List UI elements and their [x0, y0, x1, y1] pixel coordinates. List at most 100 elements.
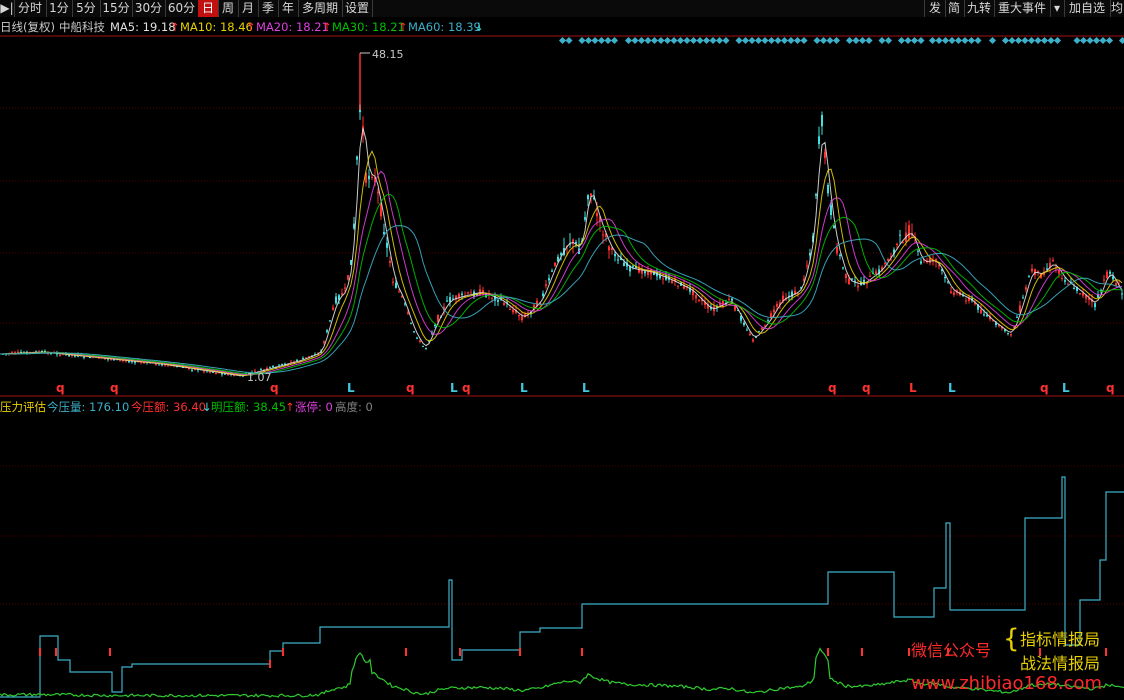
candle-body — [875, 271, 877, 275]
candle-body — [662, 278, 664, 280]
candle-body — [671, 280, 673, 284]
candle-body — [395, 282, 397, 289]
candle-body — [1061, 278, 1063, 280]
candle-body — [899, 234, 901, 236]
signal-diamond — [597, 36, 606, 45]
candle-body — [344, 287, 346, 289]
signal-diamond-row — [558, 36, 1124, 45]
candle-body — [1073, 287, 1075, 289]
candle-body — [17, 351, 19, 353]
ma-line-1 — [0, 150, 1123, 376]
signal-diamond — [610, 36, 619, 45]
signal-diamond — [988, 36, 997, 45]
signal-marker: L — [948, 381, 956, 395]
candle-body — [1007, 333, 1009, 335]
candle-body — [839, 254, 841, 257]
signal-diamond — [884, 36, 893, 45]
candle-body — [296, 359, 298, 362]
candle-body — [413, 331, 415, 333]
candle-body — [527, 312, 529, 314]
candle-body — [632, 265, 634, 267]
candle-body — [752, 339, 754, 342]
candle-body — [446, 300, 448, 302]
price-high-label: 48.15 — [372, 48, 404, 61]
signal-diamond — [565, 36, 573, 45]
kline-chart[interactable]: qqqLqLqLLqqLLqLq 48.15 1.07 — [0, 0, 1124, 700]
candle-body — [1022, 297, 1024, 299]
candle-body — [806, 265, 808, 267]
candle-body — [695, 294, 697, 299]
signal-diamond — [754, 36, 763, 45]
candle-body — [1037, 270, 1039, 272]
candle-body — [584, 217, 586, 220]
signal-diamond — [954, 36, 963, 45]
candle-body — [608, 246, 610, 251]
signal-diamond — [637, 36, 646, 45]
candle-body — [731, 298, 733, 301]
watermark-url: www.zhibiao168.com — [911, 673, 1103, 694]
candle-body — [983, 314, 985, 316]
candle-body — [824, 151, 826, 158]
signal-diamond — [741, 36, 750, 45]
candle-body — [386, 242, 388, 248]
candle-body — [857, 285, 859, 288]
candle-body — [233, 375, 235, 377]
candle-body — [560, 253, 562, 255]
ma-line-4 — [0, 225, 1123, 374]
candle-body — [836, 246, 838, 254]
signal-diamond — [819, 36, 828, 45]
candle-body — [869, 275, 871, 277]
candle-body — [908, 225, 910, 239]
signal-diamond — [961, 36, 969, 45]
signal-diamond — [1014, 36, 1023, 45]
candle-body — [167, 365, 169, 367]
candle-body — [980, 309, 982, 314]
watermark-brace-icon: { — [1003, 624, 1020, 654]
candle-body — [422, 345, 424, 347]
candle-body — [503, 302, 505, 305]
candle-body — [830, 205, 832, 216]
candle-body — [761, 327, 763, 330]
chart-grid — [0, 35, 1124, 605]
candle-body — [368, 175, 370, 180]
signal-diamond — [1027, 36, 1036, 45]
candle-body — [953, 292, 955, 295]
signal-diamond — [1092, 36, 1101, 45]
signal-diamond — [715, 36, 724, 45]
signal-diamond — [767, 36, 776, 45]
signal-diamond — [1073, 36, 1081, 45]
candle-body — [827, 184, 829, 194]
pressure-step-line — [0, 476, 1124, 698]
candle-body — [521, 316, 523, 321]
signal-markers: qqqLqLqLLqqLLqLq — [56, 381, 1115, 395]
signal-diamond — [1086, 36, 1094, 45]
candle-body — [1028, 276, 1030, 278]
candle-body — [644, 271, 646, 274]
candle-body — [698, 299, 700, 301]
candle-body — [470, 292, 472, 294]
candle-body — [776, 303, 778, 307]
candle-body — [1052, 259, 1054, 262]
signal-diamond — [787, 36, 795, 45]
candle-body — [722, 300, 724, 304]
candle-body — [83, 356, 85, 358]
candlesticks — [2, 52, 1123, 377]
candle-body — [749, 333, 751, 335]
candle-body — [191, 369, 193, 371]
candle-body — [542, 293, 544, 296]
signal-diamond — [1053, 36, 1062, 45]
candle-body — [548, 278, 550, 281]
candle-body — [281, 363, 283, 365]
candle-body — [1106, 271, 1108, 278]
signal-marker: L — [909, 381, 917, 395]
candle-body — [278, 364, 280, 366]
candle-body — [323, 341, 325, 343]
signal-diamond — [967, 36, 976, 45]
signal-diamond — [780, 36, 789, 45]
candle-body — [1058, 270, 1060, 274]
signal-marker: q — [462, 381, 471, 395]
candle-body — [467, 292, 469, 294]
candle-body — [461, 293, 463, 295]
candle-body — [1094, 303, 1096, 308]
candle-body — [950, 291, 952, 293]
